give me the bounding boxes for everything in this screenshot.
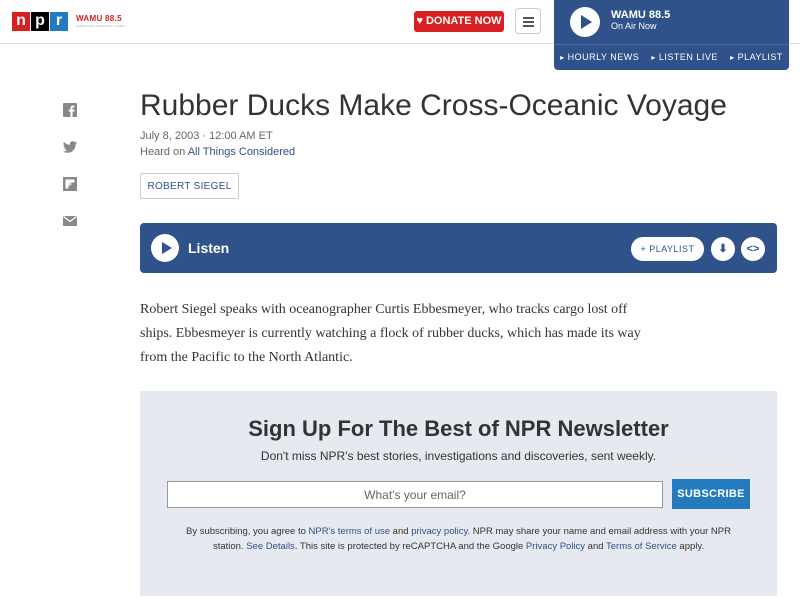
story-date: July 8, 2003 · 12:00 AM ET <box>140 130 273 142</box>
share-tools <box>62 102 78 250</box>
player-links: HOURLY NEWS LISTEN LIVE PLAYLIST <box>554 44 789 70</box>
listen-live-link[interactable]: LISTEN LIVE <box>651 52 718 63</box>
privacy-policy-link[interactable]: privacy policy <box>411 526 467 537</box>
logo-letter-r: r <box>50 12 68 31</box>
listen-play-button[interactable] <box>151 234 179 262</box>
listen-label: Listen <box>188 240 230 256</box>
flipboard-icon[interactable] <box>62 176 78 192</box>
station-logo-name: WAMU 88.5 <box>76 14 122 23</box>
twitter-icon[interactable] <box>62 139 78 155</box>
station-logo-tagline: AMERICAN UNIVERSITY RADIO <box>76 24 126 28</box>
live-status: On Air Now <box>611 21 657 31</box>
embed-icon[interactable]: <> <box>741 237 765 261</box>
legal-text: By subscribing, you agree to <box>186 526 309 537</box>
add-to-playlist-button[interactable]: + PLAYLIST <box>631 237 704 261</box>
subscribe-button[interactable]: SUBSCRIBE <box>672 479 750 509</box>
email-input[interactable] <box>167 481 663 508</box>
logo-letter-n: n <box>12 12 30 31</box>
heard-on: Heard on All Things Considered <box>140 145 295 159</box>
legal-text: and <box>585 541 607 552</box>
newsletter-subtitle: Don't miss NPR's best stories, investiga… <box>260 449 657 463</box>
story-title: Rubber Ducks Make Cross-Oceanic Voyage <box>140 89 727 122</box>
legal-text: . This site is protected by reCAPTCHA an… <box>294 541 526 552</box>
download-icon[interactable]: ⬇ <box>711 237 735 261</box>
facebook-icon[interactable] <box>62 102 78 118</box>
audio-player: Listen + PLAYLIST ⬇ <> <box>140 223 777 273</box>
npr-logo[interactable]: n p r <box>12 12 68 31</box>
heart-icon: ♥ <box>416 15 423 27</box>
newsletter-legal-text: By subscribing, you agree to NPR's terms… <box>180 524 737 554</box>
menu-button[interactable] <box>515 8 541 34</box>
newsletter-title: Sign Up For The Best of NPR Newsletter <box>248 416 669 441</box>
google-privacy-policy-link[interactable]: Privacy Policy <box>526 541 585 552</box>
hamburger-menu-icon <box>523 17 534 19</box>
legal-text: and <box>390 526 412 537</box>
hourly-news-link[interactable]: HOURLY NEWS <box>560 52 639 63</box>
newsletter-signup: Sign Up For The Best of NPR Newsletter D… <box>140 391 777 596</box>
see-details-link[interactable]: See Details <box>246 541 295 552</box>
logo-letter-p: p <box>31 12 49 31</box>
program-link[interactable]: All Things Considered <box>188 146 295 158</box>
live-player-widget: WAMU 88.5 On Air Now HOURLY NEWS LISTEN … <box>554 0 789 70</box>
heard-on-prefix: Heard on <box>140 146 186 158</box>
donate-button[interactable]: ♥ DONATE NOW <box>414 11 504 32</box>
email-icon[interactable] <box>62 213 78 229</box>
hamburger-menu-icon-line <box>523 25 534 27</box>
story-body: Robert Siegel speaks with oceanographer … <box>140 302 641 365</box>
byline-author-button[interactable]: ROBERT SIEGEL <box>140 173 239 199</box>
legal-text: apply. <box>676 541 705 552</box>
donate-label: DONATE NOW <box>425 15 502 27</box>
live-play-button[interactable] <box>570 7 600 37</box>
live-station-name: WAMU 88.5 <box>611 9 671 21</box>
station-logo[interactable]: WAMU 88.5 AMERICAN UNIVERSITY RADIO <box>76 14 126 28</box>
terms-of-use-link[interactable]: NPR's terms of use <box>309 526 391 537</box>
hamburger-menu-icon-line <box>523 21 534 23</box>
google-terms-of-service-link[interactable]: Terms of Service <box>606 541 677 552</box>
playlist-link[interactable]: PLAYLIST <box>730 52 783 63</box>
